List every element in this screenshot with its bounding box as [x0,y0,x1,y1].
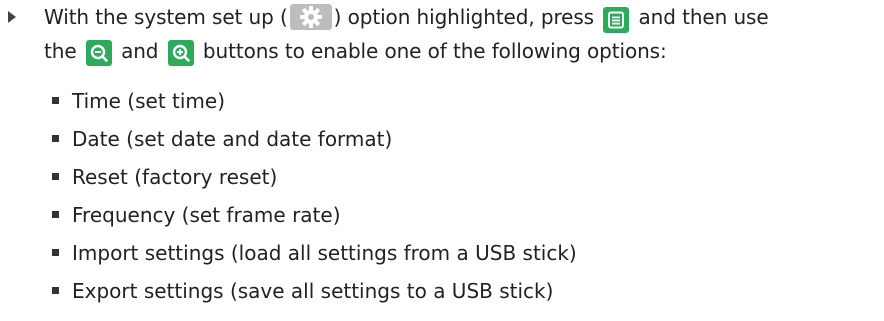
option-item-time: Time (set time) [52,82,577,120]
zoom-in-icon [167,40,194,66]
instruction-line-2: the and buttons to enable one of the fol… [44,34,878,68]
bullet-icon [52,173,59,180]
option-item-date: Date (set date and date format) [52,120,577,158]
option-item-frequency: Frequency (set frame rate) [52,196,577,234]
bullet-icon [52,97,59,104]
menu-icon [603,7,630,33]
instruction-text-after-gear: ) option highlighted, press [333,5,594,29]
instruction-paragraph: With the system set up ( ) option highli… [44,0,878,68]
instruction-step: With the system set up ( ) option highli… [0,0,884,321]
option-label: Reset (factory reset) [72,165,278,189]
instruction-text-end: buttons to enable one of the following o… [202,39,667,63]
instruction-line-1: With the system set up ( ) option highli… [44,0,878,34]
option-item-export-settings: Export settings (save all settings to a … [52,272,577,310]
bullet-icon [52,211,59,218]
instruction-text-and: and [121,39,159,63]
instruction-text-the: the [44,39,77,63]
option-item-reset: Reset (factory reset) [52,158,577,196]
bullet-icon [52,135,59,142]
zoom-out-icon [85,40,112,66]
option-label: Frequency (set frame rate) [72,203,341,227]
instruction-text-before-gear: With the system set up ( [44,5,288,29]
option-label: Export settings (save all settings to a … [72,279,554,303]
option-label: Date (set date and date format) [72,127,393,151]
step-arrow-icon [8,11,16,23]
option-label: Import settings (load all settings from … [72,241,577,265]
option-label: Time (set time) [72,89,226,113]
bullet-icon [52,249,59,256]
bullet-icon [52,287,59,294]
option-item-import-settings: Import settings (load all settings from … [52,234,577,272]
options-list: Time (set time) Date (set date and date … [52,82,577,310]
gear-icon [289,4,332,30]
instruction-text-after-menu: and then use [638,5,769,29]
